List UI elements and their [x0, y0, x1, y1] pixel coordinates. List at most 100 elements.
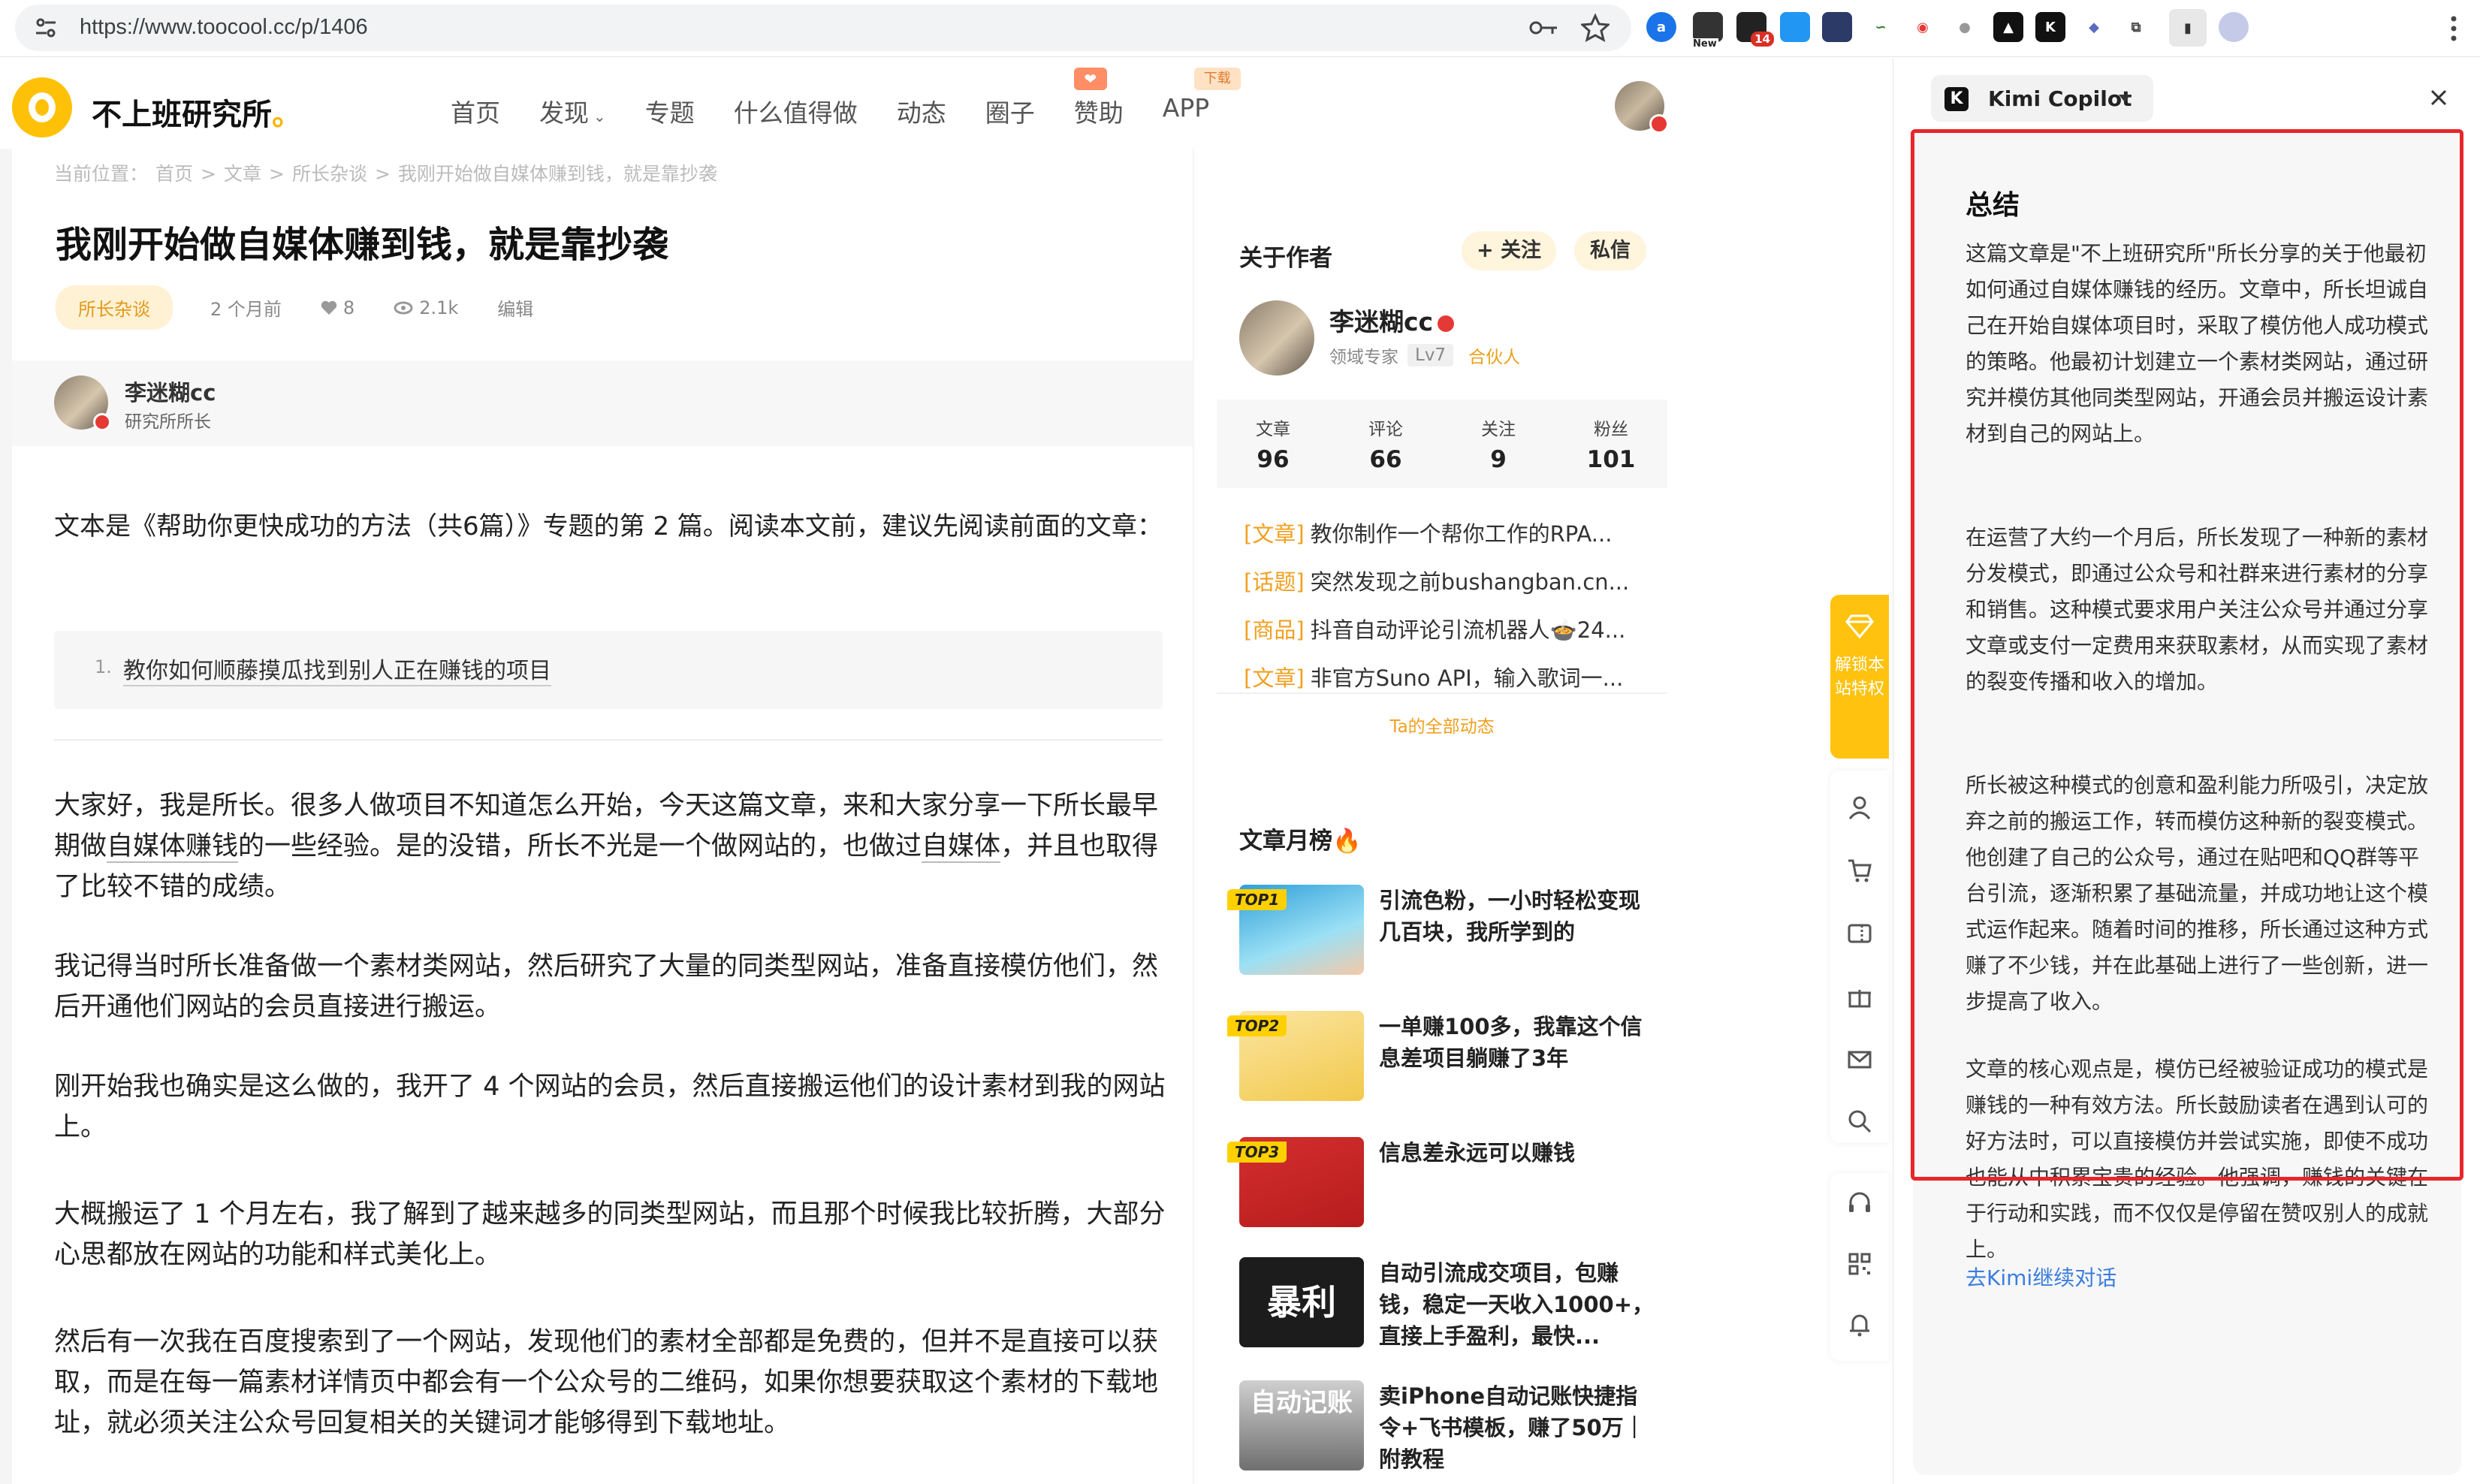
author-card: 关于作者 + 关注 私信 李迷糊cc 领域专家 Lv7 合伙人 文章 96 评论 66 …	[1217, 203, 1667, 768]
brand-name[interactable]: 不上班研究所。	[92, 90, 302, 134]
feed-item[interactable]: [商品] 抖音自动评论引流机器人🍲24...	[1244, 613, 1625, 644]
series-list: 1. 教你如何顺藤摸瓜找到别人正在赚钱的项目	[54, 631, 1163, 709]
extension-hat-icon[interactable]: ◉	[1908, 12, 1938, 42]
site-logo[interactable]	[12, 77, 72, 137]
extension-blue-icon[interactable]	[1780, 12, 1810, 42]
browser-menu-icon[interactable]	[2450, 15, 2457, 42]
headset-icon[interactable]	[1847, 1191, 1872, 1217]
extension-owl-icon[interactable]: ◆	[2079, 12, 2109, 42]
nav-app[interactable]: 下载 APP	[1163, 68, 1241, 129]
ticket-icon[interactable]	[1847, 921, 1872, 946]
ranking-item[interactable]: TOP1 引流色粉，一小时轻松变现几百块，我所学到的	[1227, 885, 1660, 982]
user-avatar[interactable]	[1615, 81, 1669, 134]
stat-followers[interactable]: 粉丝 101	[1555, 400, 1667, 488]
author-name[interactable]: 李迷糊cc	[125, 376, 216, 407]
verified-badge-icon	[93, 413, 111, 431]
author-name[interactable]: 李迷糊cc	[1329, 302, 1455, 338]
continue-in-kimi-link[interactable]: 去Kimi继续对话	[1966, 1262, 2116, 1292]
stat-comments[interactable]: 评论 66	[1329, 400, 1442, 488]
nav-topics[interactable]: 专题	[645, 93, 695, 129]
author-avatar[interactable]	[1239, 300, 1314, 376]
author-role: 领域专家 Lv7 合伙人	[1329, 342, 1520, 368]
breadcrumb-category[interactable]: 所长杂谈	[292, 163, 367, 185]
nav-activity[interactable]: 动态	[897, 93, 946, 129]
highlight-annotation-box	[1911, 129, 2463, 1181]
list-number: 1.	[95, 656, 112, 677]
breadcrumb-home[interactable]: 首页	[155, 163, 193, 185]
paragraph-1: 大家好，我是所长。很多人做项目不知道怎么开始，今天这篇文章，来和大家分享一下所长…	[54, 791, 1159, 902]
copilot-selector[interactable]: K Kimi Copilot	[1931, 75, 2153, 122]
ranking-item-title: 自动引流成交项目，包赚钱，稳定一天收入1000+，直接上手盈利，最快...	[1379, 1260, 1655, 1349]
browser-toolbar: https://www.toocool.cc/p/1406 a New 14 ∽…	[0, 0, 2480, 57]
floating-toolbar	[1830, 771, 1889, 1143]
post-time: 2 个月前	[210, 299, 282, 320]
close-icon[interactable]	[2428, 87, 2449, 108]
author-card-title: 关于作者	[1239, 245, 1332, 272]
series-article-link[interactable]: 教你如何顺藤摸瓜找到别人正在赚钱的项目	[123, 652, 551, 686]
article-thumbnail: 暴利	[1239, 1257, 1364, 1347]
nav-sponsor[interactable]: ❤ 赞助	[1073, 68, 1124, 129]
like-count[interactable]: 8	[321, 297, 355, 318]
cart-icon[interactable]	[1847, 858, 1872, 883]
ranking-item-title: 卖iPhone自动记账快捷指令+飞书模板，赚了50万｜附教程	[1379, 1383, 1646, 1472]
feed-item[interactable]: [话题] 突然发现之前bushangban.cn...	[1244, 565, 1629, 596]
address-bar[interactable]: https://www.toocool.cc/p/1406	[15, 5, 1631, 51]
breadcrumb-articles[interactable]: 文章	[224, 163, 261, 185]
heart-icon	[321, 300, 337, 315]
url-text[interactable]: https://www.toocool.cc/p/1406	[80, 15, 368, 40]
paragraph-3: 刚开始我也确实是这么做的，我开了 4 个网站的会员，然后直接搬运他们的设计素材到…	[54, 1072, 1166, 1142]
extension-kimi-icon[interactable]: K	[2035, 12, 2065, 42]
gift-icon[interactable]	[1847, 984, 1872, 1009]
extension-a-icon[interactable]: a	[1646, 12, 1676, 42]
bookmark-star-icon[interactable]	[1581, 14, 1610, 42]
site-settings-icon[interactable]	[35, 17, 57, 38]
author-avatar[interactable]	[54, 376, 111, 431]
stat-following[interactable]: 关注 9	[1442, 400, 1555, 488]
unlock-privileges-button[interactable]: 解锁本站特权	[1830, 595, 1889, 759]
nav-discover[interactable]: 发现 ⌄	[539, 93, 606, 129]
extension-badge-icon[interactable]: 14	[1736, 12, 1774, 47]
keyword-link[interactable]: 自媒体	[922, 831, 1001, 863]
ranking-item[interactable]: 暴利 自动引流成交项目，包赚钱，稳定一天收入1000+，直接上手盈利，最快...	[1239, 1257, 1660, 1355]
follow-button[interactable]: + 关注	[1462, 231, 1556, 270]
nav-worth-doing[interactable]: 什么值得做	[734, 93, 858, 129]
nav-home[interactable]: 首页	[451, 93, 500, 129]
profile-avatar-icon[interactable]	[2219, 12, 2249, 42]
keyword-link[interactable]: 自媒体赚钱	[107, 831, 239, 863]
feed-item[interactable]: [文章] 教你制作一个帮你工作的RPA...	[1244, 517, 1612, 548]
search-icon[interactable]	[1847, 1108, 1872, 1134]
side-panel-icon[interactable]: ▮	[2169, 9, 2207, 47]
kimi-logo-icon: K	[1944, 87, 1969, 111]
ranking-item[interactable]: TOP3 信息差永远可以赚钱	[1227, 1137, 1660, 1235]
category-tag[interactable]: 所长杂谈	[56, 285, 173, 330]
extension-grey-icon[interactable]: ●	[1950, 12, 1980, 42]
partner-badge: 合伙人	[1468, 348, 1521, 367]
breadcrumb-current: 我刚开始做自媒体赚到钱，就是靠抄袭	[397, 163, 717, 185]
ranking-item[interactable]: 自动记账 卖iPhone自动记账快捷指令+飞书模板，赚了50万｜附教程	[1239, 1380, 1660, 1478]
user-icon[interactable]	[1847, 795, 1872, 820]
site-header: 不上班研究所。 首页 发现 ⌄ 专题 什么值得做 动态 圈子 ❤ 赞助 下载 APP	[0, 59, 1889, 149]
extension-game-icon[interactable]	[1822, 12, 1852, 42]
mail-icon[interactable]	[1847, 1047, 1872, 1072]
extensions-puzzle-icon[interactable]: ⧉	[2121, 12, 2151, 42]
chevron-down-icon: ⌄	[593, 107, 606, 125]
ranking-item-title: 引流色粉，一小时轻松变现几百块，我所学到的	[1379, 888, 1641, 945]
diamond-icon	[1845, 614, 1874, 639]
extension-leaf-icon[interactable]: ∽	[1866, 12, 1896, 42]
feed-item[interactable]: [文章] 非官方Suno API，输入歌词一...	[1244, 661, 1623, 692]
edit-link[interactable]: 编辑	[497, 294, 533, 321]
extension-arrow-icon[interactable]: ▲	[1993, 12, 2023, 42]
stat-articles[interactable]: 文章 96	[1217, 400, 1329, 488]
extension-new-icon[interactable]: New	[1691, 12, 1723, 50]
floating-toolbar-secondary	[1830, 1173, 1889, 1361]
article-author-band: 李迷糊cc 研究所所长	[12, 360, 1193, 446]
message-button[interactable]: 私信	[1574, 231, 1646, 270]
all-activity-link[interactable]: Ta的全部动态	[1217, 712, 1667, 737]
ranking-item-title: 一单赚100多，我靠这个信息差项目躺赚了3年	[1379, 1014, 1643, 1071]
nav-circles[interactable]: 圈子	[985, 93, 1035, 129]
bell-icon[interactable]	[1847, 1311, 1872, 1337]
password-key-icon[interactable]	[1528, 17, 1558, 39]
copilot-name: Kimi Copilot	[1988, 86, 2132, 111]
qr-code-icon[interactable]	[1847, 1251, 1872, 1277]
ranking-item[interactable]: TOP2 一单赚100多，我靠这个信息差项目躺赚了3年	[1227, 1011, 1660, 1108]
